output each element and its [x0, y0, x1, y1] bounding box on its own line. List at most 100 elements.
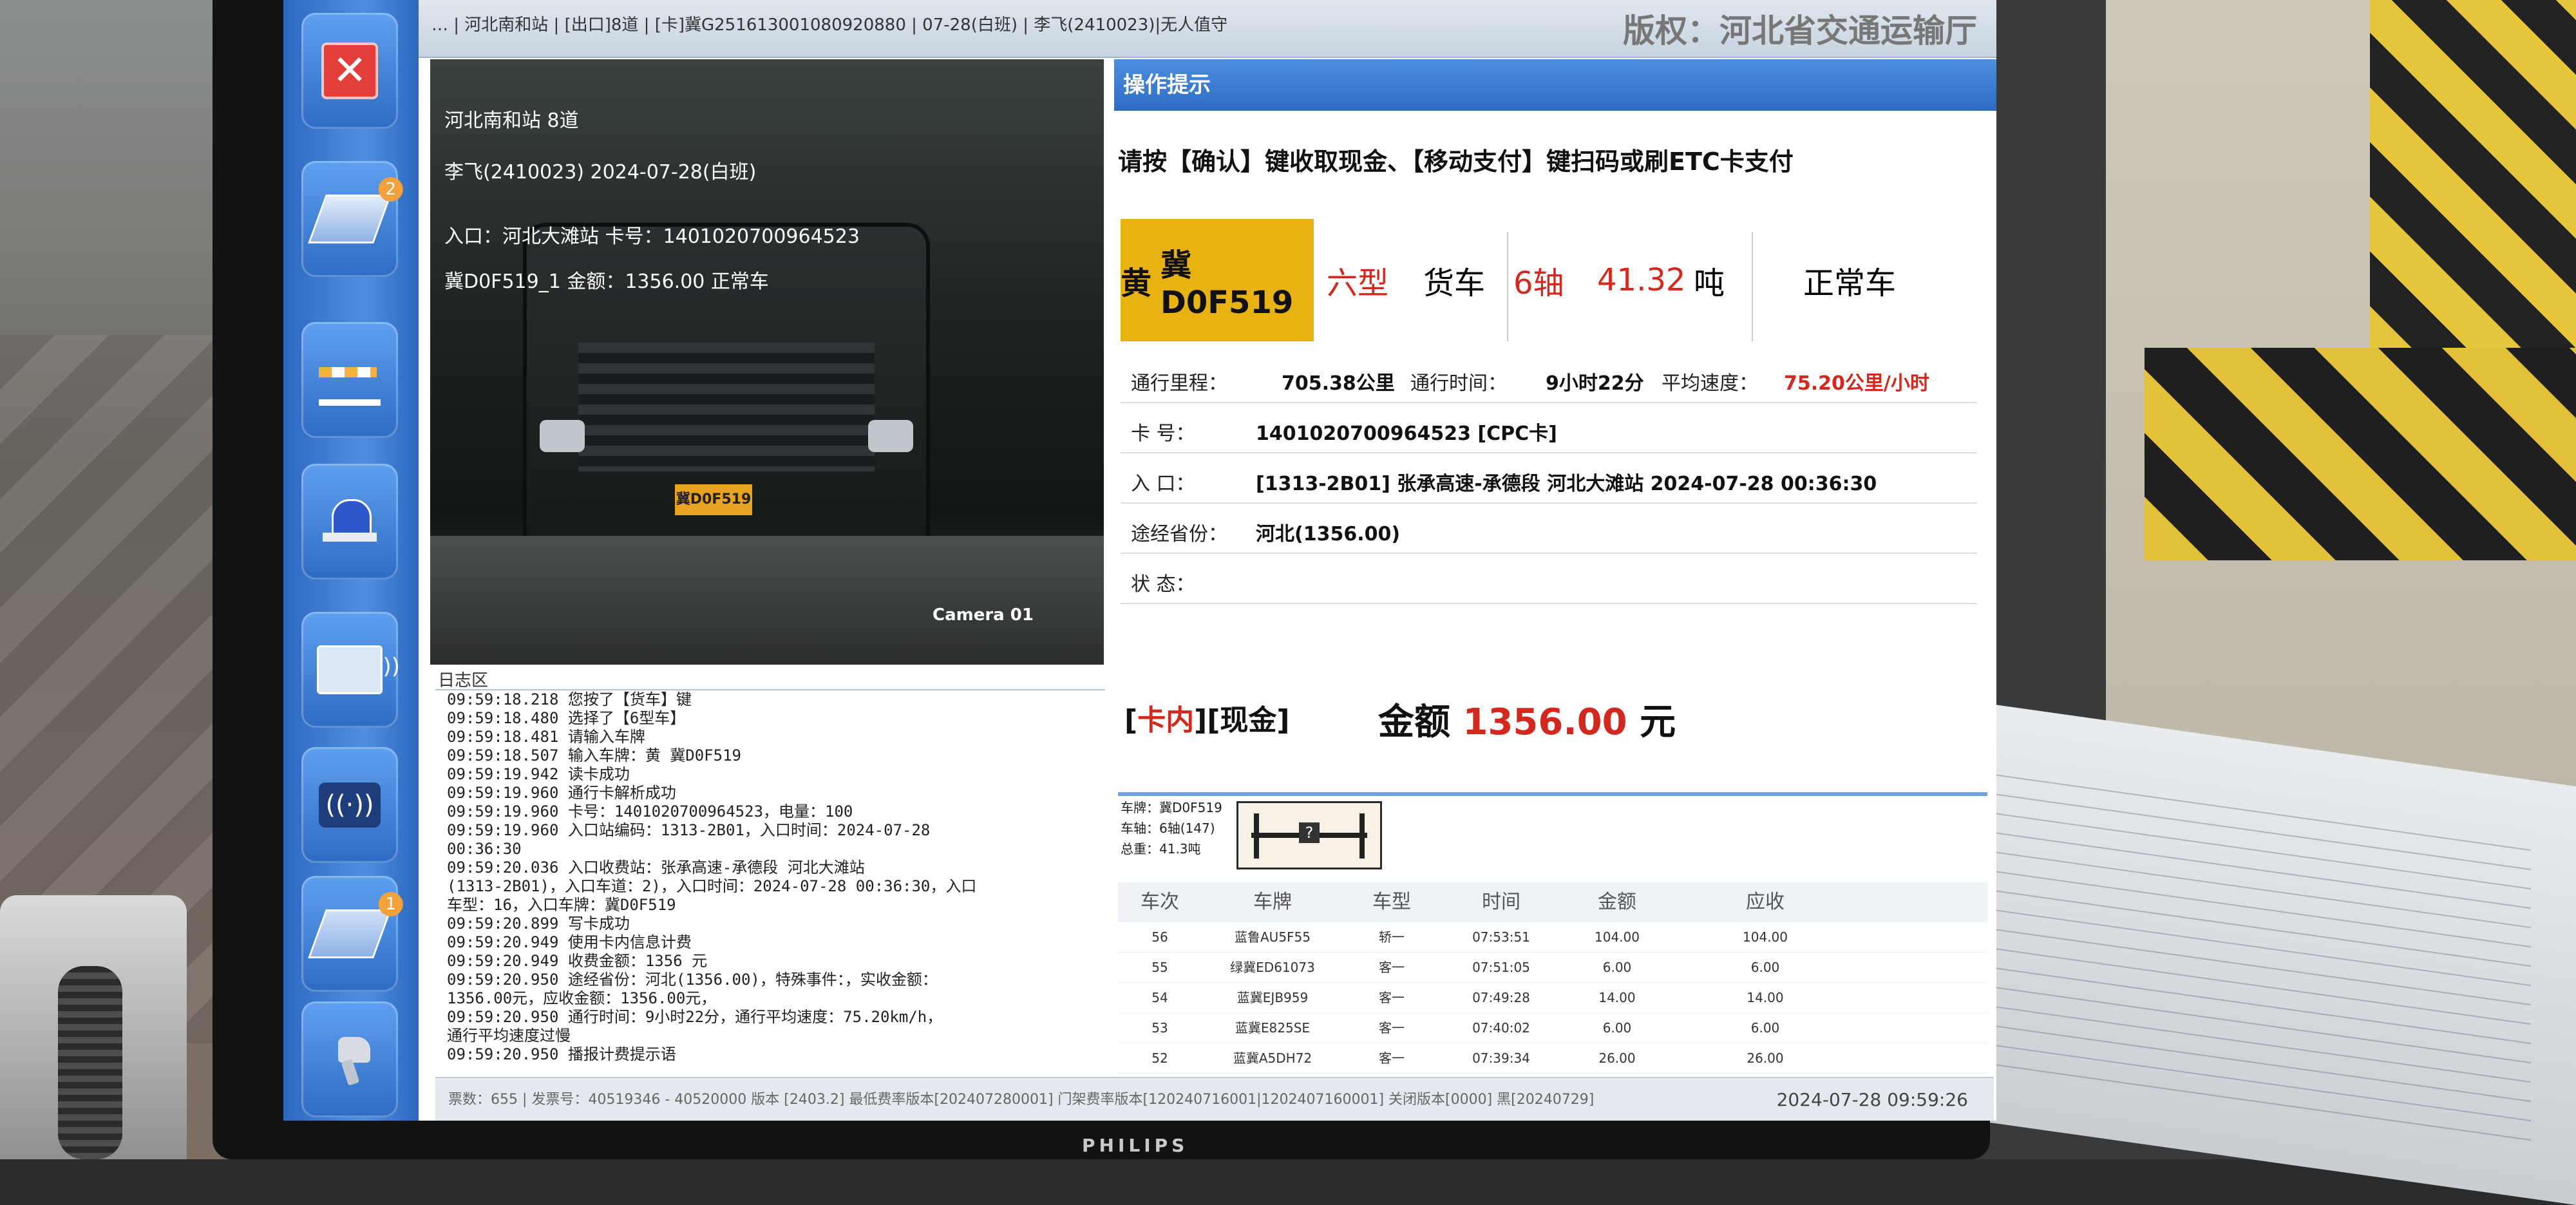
log-line: 09:59:20.950 播报计费提示语	[447, 1045, 676, 1063]
vehicle-class: 六型	[1327, 265, 1389, 301]
amount-value: 1356.00	[1463, 701, 1627, 743]
log-line: (1313-2B01)，入口车道：2)，入口时间：2024-07-28 00:3…	[447, 877, 977, 895]
table-cell: 07:49:28	[1472, 990, 1530, 1005]
log-line: 09:59:18.480 选择了【6型车】	[447, 709, 686, 727]
log-line: 09:59:19.960 卡号：1401020700964523，电量：100	[447, 802, 853, 821]
unknown-axle-icon: ?	[1299, 822, 1320, 843]
truck-plate: 冀D0F519	[675, 484, 752, 515]
log-line: 09:59:18.218 您按了【货车】键	[447, 690, 692, 708]
log-title: 日志区	[438, 671, 489, 690]
col-trip: 车次	[1141, 891, 1179, 913]
close-icon: ✕	[321, 43, 378, 99]
table-cell: 客一	[1379, 990, 1405, 1005]
plate-icon: 2	[308, 177, 403, 243]
table-cell: 6.00	[1602, 1020, 1632, 1036]
col-plate: 车牌	[1253, 891, 1292, 913]
table-cell: 6.00	[1750, 1020, 1780, 1036]
table-row[interactable]: 55 绿冀ED61073 客一 07:51:05 6.00 6.00	[1118, 953, 1987, 983]
scanner-icon	[319, 1037, 381, 1082]
hazard-post	[2370, 0, 2576, 361]
plate-button[interactable]: 2	[301, 161, 403, 277]
hazard-barrier	[2145, 348, 2576, 560]
wheel	[1359, 813, 1365, 835]
mode-card: 卡内	[1137, 704, 1195, 737]
log-line: 09:59:19.960 入口站编码：1313-2B01，入口时间：2024-0…	[447, 821, 931, 839]
monitor-brand-logo: PHILIPS	[1082, 1135, 1189, 1156]
speed-value: 75.20公里/小时	[1784, 372, 1929, 395]
card-value: 1401020700964523 [CPC卡]	[1256, 422, 1557, 445]
trip-row-state: 状 态：	[1121, 554, 1977, 604]
province-label: 途经省份：	[1131, 523, 1227, 546]
alarm-button[interactable]	[301, 464, 398, 580]
log-line: 09:59:20.899 写卡成功	[447, 915, 630, 933]
road-surface	[430, 536, 1104, 665]
vehicle-summary: 黄 冀D0F519 六型 货车 6轴 41.32 吨 正常车	[1121, 219, 1977, 348]
log-line: 09:59:20.036 入口收费站：张承高速-承德段 河北大滩站	[447, 859, 865, 877]
table-row[interactable]: 53 蓝冀E825SE 客一 07:40:02 6.00 6.00	[1118, 1013, 1987, 1043]
wheel	[1254, 813, 1259, 835]
speed-label: 平均速度：	[1662, 372, 1758, 395]
osd-line: 入口：河北大滩站 卡号：1401020700964523	[444, 225, 860, 248]
col-time: 时间	[1482, 891, 1520, 913]
log-area[interactable]: 09:59:18.218 您按了【货车】键 09:59:18.480 选择了【6型…	[435, 689, 1105, 1070]
close-button[interactable]: ✕	[301, 13, 398, 129]
plate-number: 冀D0F519	[1160, 247, 1294, 321]
table-row[interactable]: 52 蓝冀A5DH72 客一 07:39:34 26.00 26.00	[1118, 1043, 1987, 1074]
records-body: 56 蓝鲁AU5F55 轿一 07:53:51 104.00 104.00 55 绿冀ED61…	[1118, 922, 1987, 1074]
barrier-button[interactable]	[301, 322, 398, 438]
amount-unit: 元	[1640, 701, 1676, 743]
table-cell: 蓝冀EJB959	[1236, 990, 1309, 1005]
table-row[interactable]: 54 蓝冀EJB959 客一 07:49:28 14.00 14.00	[1118, 983, 1987, 1013]
vehicle-button[interactable]: 1	[301, 876, 403, 992]
table-cell: 绿冀ED61073	[1230, 960, 1315, 975]
col-type: 车型	[1372, 891, 1411, 913]
table-cell: 56	[1151, 929, 1168, 945]
table-cell: 客一	[1379, 960, 1405, 975]
scanner-button[interactable]	[301, 1001, 398, 1117]
table-cell: 14.00	[1598, 990, 1636, 1005]
table-cell: 104.00	[1743, 929, 1788, 945]
osd-line: 冀D0F519_1 金额：1356.00 正常车	[444, 270, 769, 293]
axle-summary: 车牌：冀D0F519 车轴：6轴(147) 总重：41.3吨	[1121, 797, 1222, 859]
osd-line: 河北南和站 8道	[444, 109, 579, 132]
camera-view: 冀D0F519 河北南和站 8道 李飞(2410023) 2024-07-28(…	[430, 59, 1104, 665]
log-line: 09:59:20.950 通行时间：9小时22分，通行平均速度：75.20km/…	[447, 1008, 943, 1026]
table-row[interactable]: 56 蓝鲁AU5F55 轿一 07:53:51 104.00 104.00	[1118, 922, 1987, 953]
wheel	[1359, 837, 1365, 859]
card-reader-icon	[317, 645, 400, 694]
table-cell: 客一	[1379, 1020, 1405, 1036]
entry-value: [1313-2B01] 张承高速-承德段 河北大滩站 2024-07-28 00…	[1256, 473, 1877, 495]
vehicle-count-badge: 1	[378, 892, 403, 916]
payment-mode: [卡内][现金]	[1124, 697, 1289, 738]
vehicle-weight: 41.32	[1597, 262, 1686, 298]
state-label: 状 态：	[1131, 573, 1195, 596]
table-cell: 蓝冀A5DH72	[1233, 1050, 1312, 1066]
trip-row-province: 途经省份： 河北(1356.00)	[1121, 504, 1977, 554]
log-line: 09:59:20.949 收费金额：1356 元	[447, 952, 708, 970]
section-divider	[1118, 792, 1987, 796]
trip-row-mileage: 通行里程： 705.38公里 通行时间： 9小时22分 平均速度： 75.20公…	[1121, 353, 1977, 403]
card-reader-button[interactable]	[301, 612, 400, 728]
axle-diagram: ?	[1236, 801, 1382, 869]
table-cell: 蓝冀E825SE	[1235, 1020, 1311, 1036]
plate-color: 黄	[1121, 265, 1152, 301]
trip-row-card: 卡 号： 1401020700964523 [CPC卡]	[1121, 403, 1977, 453]
status-text: 票数：655 | 发票号：40519346 - 40520000 版本 [240…	[448, 1092, 1595, 1108]
barrier-icon	[319, 354, 381, 406]
log-line: 00:36:30	[447, 840, 522, 858]
table-cell: 26.00	[1747, 1050, 1784, 1066]
mileage-value: 705.38公里	[1282, 372, 1395, 395]
etc-button[interactable]: ((·))	[301, 747, 398, 863]
table-cell: 07:40:02	[1472, 1020, 1530, 1036]
table-cell: 55	[1151, 960, 1168, 975]
wheel	[1254, 837, 1259, 859]
log-line: 通行平均速度过慢	[447, 1027, 571, 1045]
vehicle-status: 正常车	[1803, 265, 1897, 301]
etc-icon: ((·))	[319, 783, 381, 828]
log-line: 09:59:20.950 途经省份：河北(1356.00)，特殊事件：，实收金额…	[447, 971, 938, 989]
camera-label: Camera 01	[933, 605, 1034, 625]
card-label: 卡 号：	[1131, 422, 1195, 445]
table-cell: 53	[1151, 1020, 1168, 1036]
mini-axle: 车轴：6轴(147)	[1121, 821, 1215, 836]
axle-count: 6轴	[1513, 265, 1564, 301]
